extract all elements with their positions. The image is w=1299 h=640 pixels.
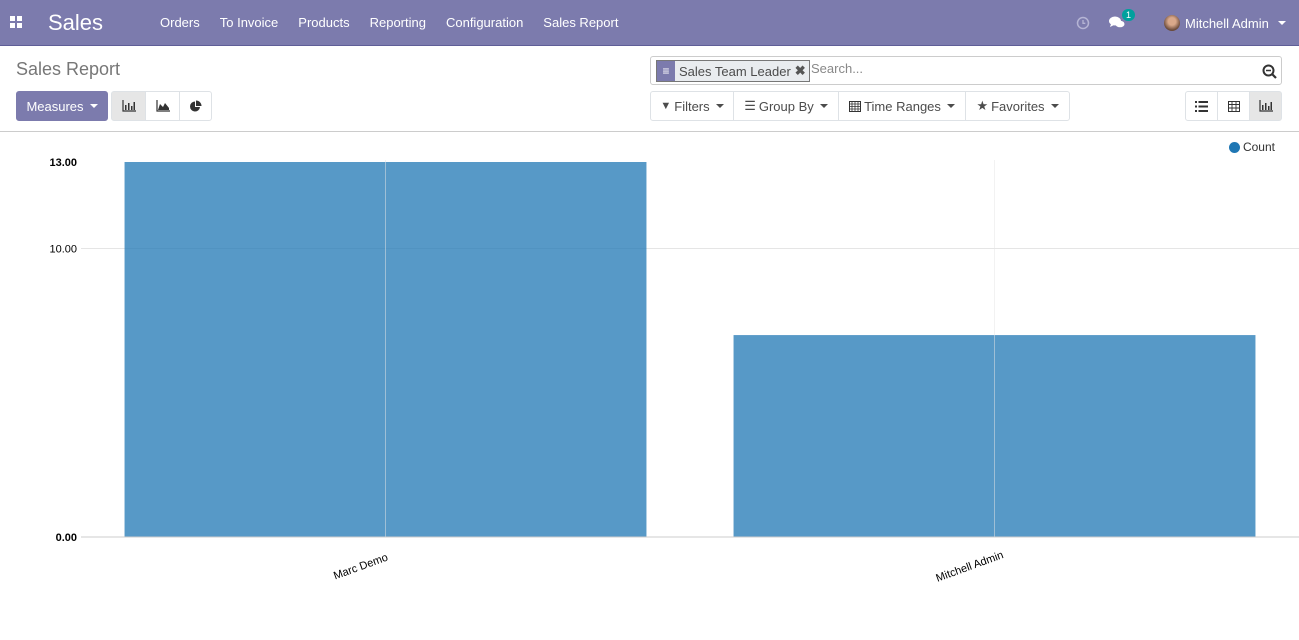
groupby-label: Group By (758, 98, 814, 114)
filters-label: Filters (674, 98, 710, 114)
list-view-button[interactable] (1185, 91, 1218, 121)
menu-orders[interactable]: Orders (150, 14, 210, 31)
breadcrumb: Sales Report (16, 59, 121, 79)
menu-configuration[interactable]: Configuration (436, 14, 533, 31)
chevron-down-icon (946, 104, 955, 108)
menu-to-invoice[interactable]: To Invoice (210, 14, 289, 31)
chevron-down-icon (819, 104, 828, 108)
bar-chart-button[interactable] (111, 91, 146, 121)
legend-swatch (1228, 141, 1240, 153)
y-tick-label: 0.00 (56, 532, 77, 544)
apps-menu-icon[interactable] (10, 16, 23, 29)
groupby-icon: ≡ (657, 61, 675, 81)
bar-chart: 0.00 10.00 13.00 Marc Demo Mitchell Admin (49, 157, 1299, 585)
line-chart-button[interactable] (145, 91, 180, 121)
app-name[interactable]: Sales (48, 10, 103, 36)
search-input[interactable] (811, 61, 1251, 76)
user-avatar (1164, 15, 1180, 31)
chart-legend[interactable]: Count (1228, 140, 1275, 154)
y-tick-label: 13.00 (49, 157, 77, 169)
chevron-down-icon (89, 104, 98, 108)
activity-button[interactable] (1076, 0, 1090, 46)
measures-label: Measures (26, 98, 84, 114)
time-ranges-button[interactable]: Time Ranges (838, 91, 966, 121)
chevron-down-icon (715, 104, 724, 108)
filter-icon: ▼ (660, 100, 672, 112)
menu-reporting[interactable]: Reporting (360, 14, 436, 31)
search-icon[interactable] (1262, 64, 1277, 79)
messaging-button[interactable]: 1 (1109, 0, 1136, 46)
pie-chart-icon (190, 100, 202, 111)
clock-icon (1076, 16, 1090, 30)
x-tick-label: Marc Demo (332, 552, 390, 583)
graph-view: 0.00 10.00 13.00 Marc Demo Mitchell Admin Co… (0, 132, 1299, 637)
bar-chart-icon (121, 100, 136, 112)
group-by-button[interactable]: ☰ Group By (733, 91, 839, 121)
y-tick-label: 10.00 (49, 244, 77, 256)
pie-chart-button[interactable] (179, 91, 212, 121)
facet-label: Sales Team Leader (679, 63, 791, 79)
favorites-label: Favorites (991, 98, 1045, 114)
graph-view-button[interactable] (1249, 91, 1282, 121)
timeranges-label: Time Ranges (864, 98, 941, 114)
measures-button[interactable]: Measures (16, 91, 108, 121)
legend-label: Count (1242, 140, 1275, 154)
remove-facet-icon[interactable]: ✖ (795, 63, 809, 79)
bars-icon: ☰ (744, 98, 756, 113)
x-tick-label: Mitchell Admin (934, 549, 1005, 585)
chevron-down-icon (1050, 104, 1059, 108)
filters-button[interactable]: ▼ Filters (650, 91, 734, 121)
favorites-button[interactable]: ★ Favorites (965, 91, 1070, 121)
user-menu[interactable]: Mitchell Admin (1164, 0, 1286, 46)
calendar-icon (849, 101, 862, 112)
menu-products[interactable]: Products (288, 14, 359, 31)
top-menu: Orders To Invoice Products Reporting Con… (150, 14, 628, 31)
chevron-down-icon (1277, 21, 1286, 25)
search-box: ≡ Sales Team Leader ✖ (650, 56, 1282, 85)
menu-sales-report[interactable]: Sales Report (533, 14, 628, 31)
message-count-badge: 1 (1122, 8, 1136, 21)
control-panel: Sales Report Measures ≡ Sales Team Leade… (0, 46, 1299, 132)
table-icon (1227, 100, 1240, 112)
pivot-view-button[interactable] (1217, 91, 1250, 121)
area-chart-icon (155, 100, 170, 112)
main-navbar: Sales Orders To Invoice Products Reporti… (0, 0, 1299, 46)
star-icon: ★ (976, 98, 989, 113)
user-name: Mitchell Admin (1185, 15, 1269, 31)
search-facet: ≡ Sales Team Leader ✖ (656, 60, 810, 82)
list-icon (1195, 100, 1208, 112)
bar-chart-icon (1258, 100, 1273, 112)
